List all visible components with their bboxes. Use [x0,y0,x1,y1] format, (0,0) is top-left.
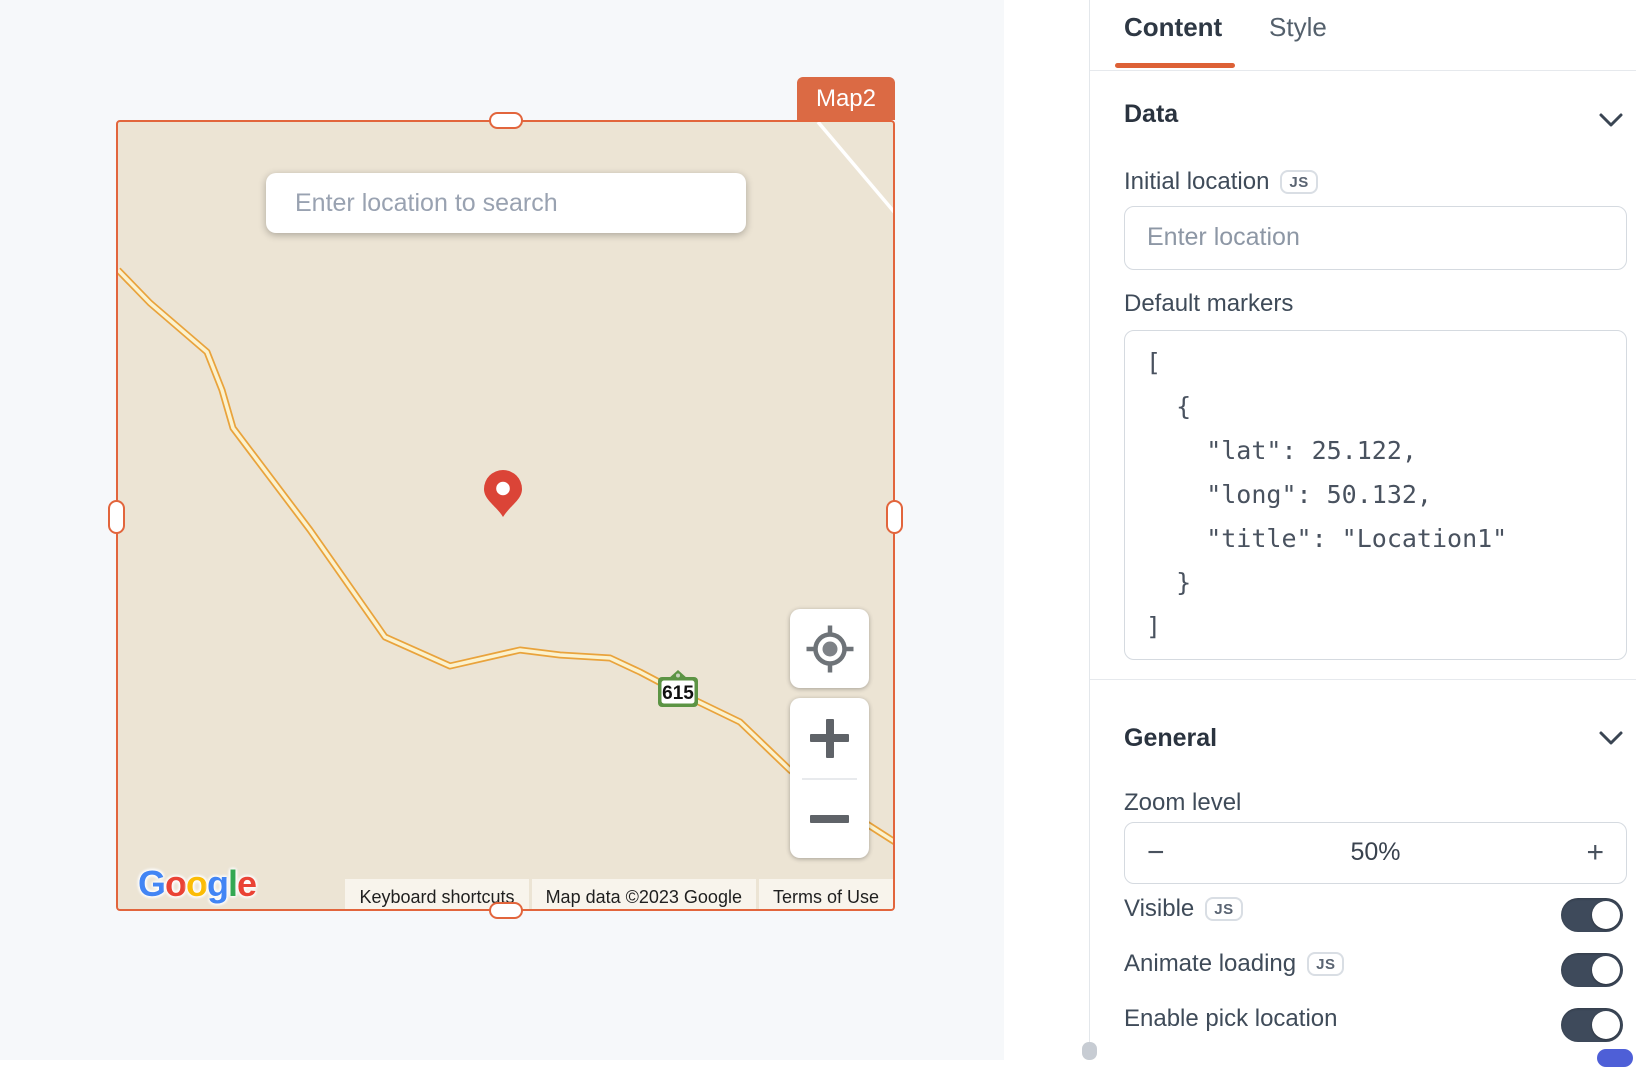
resize-handle-left[interactable] [108,500,125,534]
map-surface[interactable]: 615 Enter location to search [118,122,893,909]
route-shield: 615 [658,668,698,708]
code-line: [ [1146,341,1626,385]
resize-handle-bottom[interactable] [489,902,523,919]
js-toggle-badge[interactable]: JS [1307,952,1344,976]
scrollbar-thumb[interactable] [1082,1042,1097,1060]
code-line: { [1146,385,1626,429]
minus-icon [810,815,849,823]
map-attribution-bar: Keyboard shortcuts Map data ©2023 Google… [345,879,893,909]
chevron-down-icon[interactable] [1598,729,1624,747]
google-logo[interactable]: Google [138,863,256,905]
visible-toggle[interactable] [1561,898,1623,932]
widget-name-tag[interactable]: Map2 [797,77,895,120]
property-panel: Content Style Data Initial location JS E… [1089,0,1636,1060]
enable-pick-location-label: Enable pick location [1124,1005,1337,1033]
minor-road [818,122,893,213]
target-icon [805,624,855,674]
enable-pick-location-toggle[interactable] [1561,1008,1623,1042]
active-tab-indicator [1115,63,1235,68]
js-toggle-badge[interactable]: JS [1205,897,1242,921]
svg-text:615: 615 [662,683,694,704]
section-divider [1090,679,1636,680]
zoom-in-button[interactable] [790,698,869,777]
peeking-action-button[interactable] [1597,1049,1633,1067]
default-markers-label: Default markers [1124,290,1293,318]
map-marker-pin[interactable] [480,468,526,520]
default-markers-code-editor[interactable]: [ { "lat": 25.122, "long": 50.132, "titl… [1124,330,1627,660]
code-line: "lat": 25.122, [1146,429,1626,473]
map-zoom-control [790,698,869,858]
animate-loading-toggle[interactable] [1561,953,1623,987]
resize-handle-top[interactable] [489,112,523,129]
terms-of-use-link[interactable]: Terms of Use [759,879,893,909]
chevron-down-icon[interactable] [1598,111,1624,129]
map-search-input[interactable]: Enter location to search [266,173,746,233]
code-line: "title": "Location1" [1146,517,1626,561]
initial-location-input[interactable]: Enter location [1124,206,1627,270]
initial-location-label: Initial location JS [1124,168,1318,196]
code-line: "long": 50.132, [1146,473,1626,517]
tabs-divider [1090,70,1636,71]
section-title-general: General [1124,724,1217,753]
zoom-decrement-button[interactable]: − [1147,823,1187,882]
zoom-level-stepper: − 50% + [1124,822,1627,884]
visible-label: Visible JS [1124,895,1243,923]
map-widget[interactable]: Map2 615 Enter location to search [116,120,895,911]
animate-loading-label: Animate loading JS [1124,950,1344,978]
zoom-out-button[interactable] [790,779,869,858]
resize-handle-right[interactable] [886,500,903,534]
tab-content[interactable]: Content [1124,12,1222,43]
zoom-level-value: 50% [1125,823,1626,882]
my-location-button[interactable] [790,609,869,688]
map-search-placeholder: Enter location to search [266,173,746,233]
road-fill [118,270,893,842]
js-toggle-badge[interactable]: JS [1280,170,1317,194]
code-line: } [1146,561,1626,605]
tab-style[interactable]: Style [1269,12,1327,43]
zoom-increment-button[interactable]: + [1564,823,1604,882]
initial-location-placeholder: Enter location [1125,207,1626,268]
zoom-level-label: Zoom level [1124,789,1241,817]
map-data-copyright: Map data ©2023 Google [532,879,756,909]
section-title-data: Data [1124,100,1178,129]
code-line: ] [1146,605,1626,649]
